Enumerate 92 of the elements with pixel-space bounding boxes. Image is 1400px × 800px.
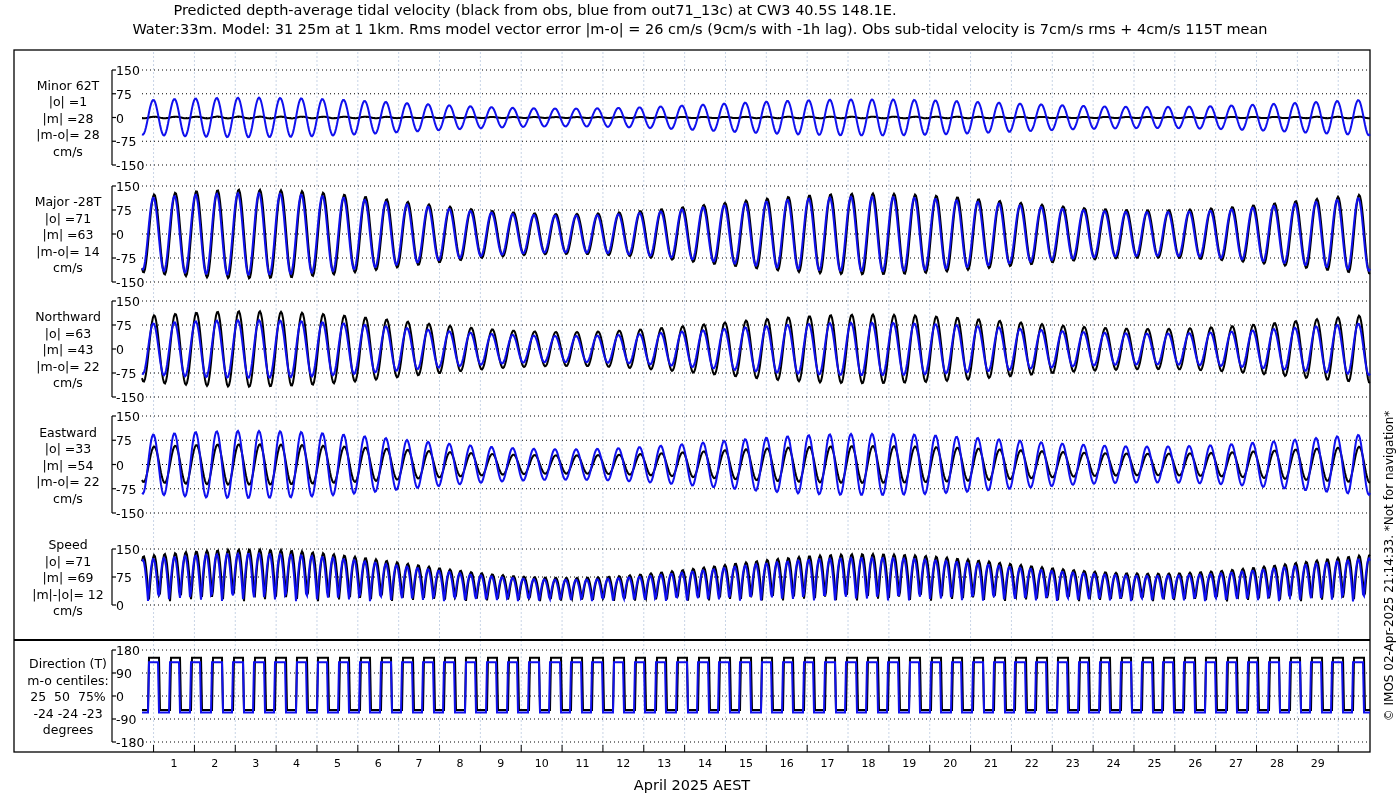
panel-label: |m| =43	[42, 342, 94, 357]
y-tick-label: 180	[116, 643, 140, 658]
y-tick-label: 0	[116, 227, 124, 242]
panel-label: Northward	[35, 309, 101, 324]
panel-label: |o| =1	[48, 94, 88, 109]
y-tick-label: -75	[116, 366, 137, 381]
y-tick-label: 75	[116, 86, 132, 102]
chart-title: Water:33m. Model: 31 25m at 1 1km. Rms model vector error |m-o| = 26 cm/s (9cm/s with -1h lag). Obs sub-tidal velocity is 7cm/s rms + 4cm/s 115T mean	[132, 20, 1268, 39]
x-axis-label: April 2025 AEST	[633, 777, 751, 793]
panel-label: |o| =71	[44, 553, 92, 569]
y-tick-label: 75	[116, 433, 132, 449]
y-tick-label: 150	[116, 542, 140, 557]
y-tick-label: -75	[116, 481, 137, 497]
y-tick-label: -75	[116, 251, 137, 266]
y-tick-label: -150	[116, 275, 145, 290]
x-tick-label: 10	[534, 757, 549, 770]
panel-label: cm/s	[53, 260, 83, 275]
x-tick-label: 20	[943, 757, 958, 770]
y-tick-label: -180	[116, 735, 145, 750]
y-tick-label: -150	[116, 390, 145, 405]
panel-label: |m| =69	[42, 570, 94, 585]
x-tick-label: 15	[738, 757, 753, 770]
panel-label: degrees	[42, 722, 94, 737]
panel-label: |m| =28	[42, 110, 94, 126]
panel-label: |m|-|o|= 12	[32, 586, 104, 602]
panel-label: |o| =71	[44, 210, 92, 226]
y-tick-label: 0	[116, 342, 124, 357]
x-tick-label: 3	[252, 757, 260, 770]
y-tick-label: 150	[116, 179, 140, 194]
x-tick-label: 27	[1229, 757, 1244, 770]
x-tick-label: 14	[698, 757, 713, 770]
x-tick-label: 26	[1188, 757, 1203, 770]
x-tick-label: 6	[374, 757, 382, 770]
y-tick-label: 0	[116, 110, 124, 126]
y-tick-label: -150	[116, 506, 145, 521]
panel-label: Major -28T	[34, 194, 102, 209]
x-tick-label: 11	[575, 757, 590, 770]
panel-label: Minor 62T	[36, 77, 100, 93]
y-tick-label: -150	[116, 158, 145, 173]
panel-label: m-o centiles:	[27, 672, 109, 688]
y-tick-label: 0	[116, 457, 124, 473]
panel-label: Speed	[48, 537, 88, 552]
panel-label: |m| =54	[42, 457, 94, 473]
x-tick-label: 13	[657, 757, 672, 770]
x-tick-label: 18	[861, 757, 876, 770]
panel-label: |m-o|= 14	[36, 243, 100, 259]
x-tick-label: 9	[497, 757, 505, 770]
x-tick-label: 8	[456, 757, 464, 770]
x-tick-label: 1	[170, 757, 178, 770]
panel-label: cm/s	[53, 603, 83, 618]
x-tick-label: 2	[211, 757, 219, 770]
x-tick-label: 23	[1065, 757, 1080, 770]
x-tick-label: 19	[902, 757, 917, 770]
x-tick-label: 12	[616, 757, 631, 770]
panel-label: |o| =63	[44, 325, 92, 341]
x-tick-label: 28	[1269, 757, 1284, 770]
x-tick-label: 25	[1147, 757, 1162, 770]
panel-label: cm/s	[53, 375, 83, 390]
x-tick-label: 17	[820, 757, 835, 770]
panel-label: |m-o|= 22	[36, 358, 100, 374]
panel-label: cm/s	[53, 143, 83, 159]
panel-label: Direction (T)	[29, 656, 107, 671]
panel-label: cm/s	[53, 490, 83, 506]
y-tick-label: 150	[116, 63, 140, 78]
y-tick-label: 75	[116, 570, 132, 585]
x-tick-label: 22	[1024, 757, 1039, 770]
panel-label: |m-o|= 22	[36, 474, 100, 489]
panel-label: |o| =33	[44, 441, 92, 456]
y-tick-label: 150	[116, 409, 140, 424]
y-axis	[111, 548, 117, 606]
x-tick-label: 5	[333, 757, 341, 770]
x-tick-label: 29	[1310, 757, 1325, 770]
y-tick-label: -90	[116, 712, 137, 727]
x-tick-label: 24	[1106, 757, 1121, 770]
y-tick-label: -75	[116, 134, 137, 150]
y-tick-label: 150	[116, 294, 140, 309]
copyright-notice: © IMOS 02-Apr-2025 21:14:33. *Not for navigation*	[1382, 410, 1396, 722]
x-tick-label: 7	[415, 757, 423, 770]
y-tick-label: 75	[116, 203, 132, 218]
x-tick-label: 4	[293, 757, 301, 770]
chart-title: Predicted depth-average tidal velocity (black from obs, blue from out71_13c) at CW3 40.5S 148.1E.	[173, 1, 897, 20]
panel-label: |m| =63	[42, 227, 94, 242]
x-tick-label: 16	[779, 757, 794, 770]
panel-label: |m-o|= 28	[36, 127, 100, 142]
y-tick-label: 0	[116, 598, 124, 613]
panel-label: Eastward	[39, 424, 97, 440]
x-tick-label: 21	[984, 757, 998, 770]
panel-label: -24 -24 -23	[33, 705, 103, 721]
panel-label: 25 50 75%	[30, 689, 106, 704]
y-tick-label: 75	[116, 318, 132, 333]
y-tick-label: 0	[116, 689, 124, 704]
y-tick-label: 90	[116, 666, 132, 681]
